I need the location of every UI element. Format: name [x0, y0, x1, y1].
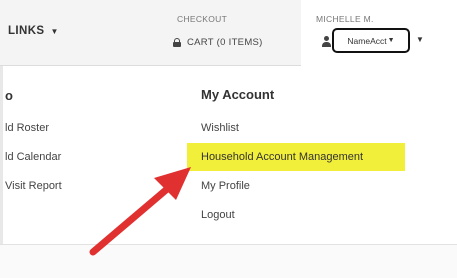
arrow-icon: [89, 167, 191, 256]
